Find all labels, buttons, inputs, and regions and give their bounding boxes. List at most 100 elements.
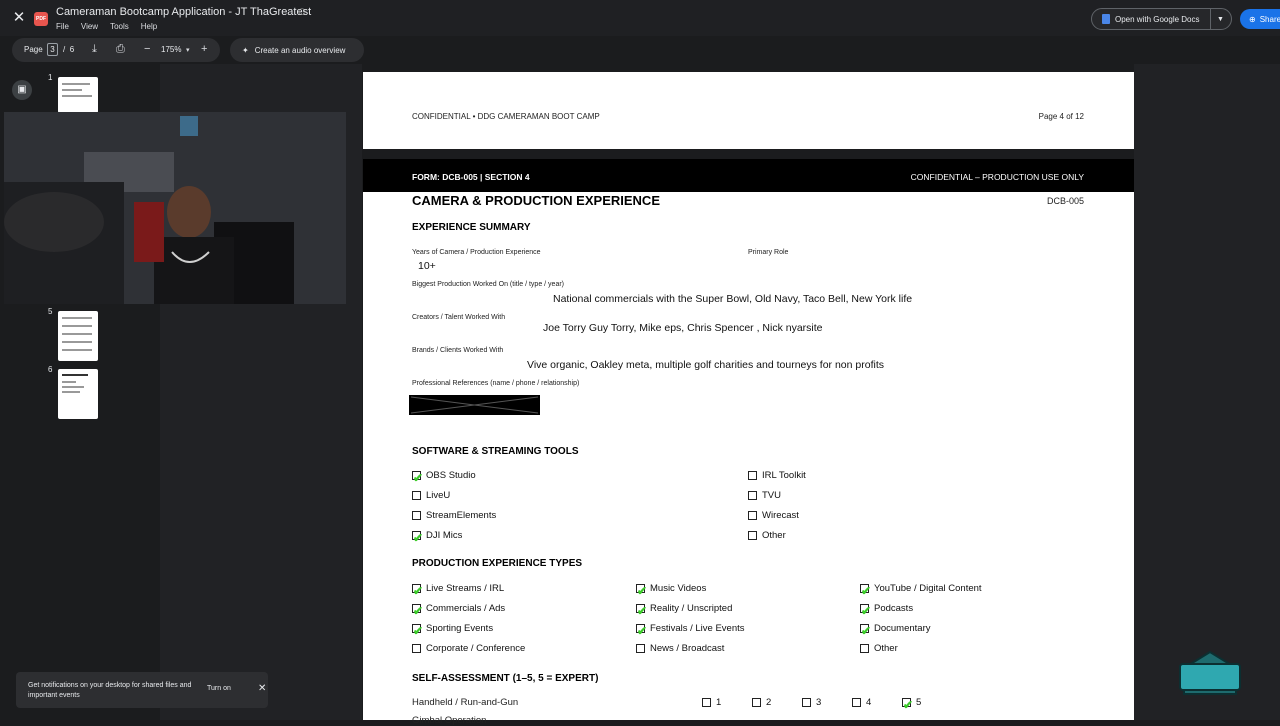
gimbal-label: Gimbal Operation [412,715,487,726]
checkbox-liveu[interactable]: LiveU [412,490,450,501]
form-id: FORM: DCB-005 | SECTION 4 [412,172,530,182]
checkbox-irl-toolkit[interactable]: IRL Toolkit [748,470,806,481]
checkbox-obs-studio[interactable]: ✔ OBS Studio [412,470,476,485]
share-button[interactable]: ⊕ Share [1240,9,1280,29]
share-icon: ⊕ [1249,14,1256,24]
references-label: Professional References (name / phone / … [412,380,580,387]
app-header: ✕ PDF Cameraman Bootcamp Application - J… [0,0,1280,36]
chevron-down-icon[interactable]: ▼ [1211,16,1231,23]
thumbnail-number: 5 [48,307,53,316]
checkbox-news[interactable]: News / Broadcast [636,643,724,654]
open-with-docs-button[interactable]: Open with Google Docs [1092,9,1211,29]
webcam-overlay [4,112,346,304]
page-header-left: CONFIDENTIAL • DDG CAMERAMAN BOOT CAMP [412,112,600,121]
thumbnail-number: 6 [48,365,53,374]
page-controls: Page 3 / 6 ⤓ ⎙ − 175% ▾ + [12,38,220,62]
checkbox-tvu[interactable]: TVU [748,490,781,501]
checkbox-commercials[interactable]: ✔ Commercials / Ads [412,603,505,617]
menu-view[interactable]: View [81,22,98,31]
experience-heading: EXPERIENCE SUMMARY [412,222,531,233]
page-thumbnail-1[interactable] [58,77,98,113]
viewer-toolbar: Page 3 / 6 ⤓ ⎙ − 175% ▾ + ✦ Create an au… [12,38,1280,62]
page-thumbnail-5[interactable] [58,311,98,361]
creators-label: Creators / Talent Worked With [412,314,506,321]
menu-file[interactable]: File [56,22,69,31]
checkbox-youtube[interactable]: ✔ YouTube / Digital Content [860,583,982,597]
checkbox-streamelements[interactable]: StreamElements [412,510,496,521]
creators-value: Joe Torry Guy Torry, Mike eps, Chris Spe… [543,322,823,334]
menu-tools[interactable]: Tools [110,22,129,31]
page-number-input[interactable]: 3 [47,43,58,56]
page-header-right: Page 4 of 12 [1038,112,1084,121]
section-title: CAMERA & PRODUCTION EXPERIENCE [412,193,660,208]
checkbox-software-other[interactable]: Other [748,530,786,541]
open-with-group: Open with Google Docs ▼ [1091,8,1232,30]
share-label: Share [1259,14,1280,24]
biggest-production-label: Biggest Production Worked On (title / ty… [412,281,564,288]
check-mark-icon: ✔ [413,471,424,485]
checkbox-production-other[interactable]: Other [860,643,898,654]
rating-handheld-5[interactable]: ✔ 5 [902,697,921,711]
google-docs-icon [1102,14,1110,24]
print-icon[interactable]: ⎙ [116,43,125,56]
background-row [166,310,356,320]
shared-drive-icon: ⚇ [298,7,307,17]
brands-label: Brands / Clients Worked With [412,347,504,354]
checkbox-documentary[interactable]: ✔ Documentary [860,623,931,637]
checkbox-sporting-events[interactable]: ✔ Sporting Events [412,623,493,637]
checkbox-podcasts[interactable]: ✔ Podcasts [860,603,913,617]
image-icon[interactable]: ▣ [12,80,32,100]
software-heading: SOFTWARE & STREAMING TOOLS [412,446,579,457]
checkbox-festivals[interactable]: ✔ Festivals / Live Events [636,623,745,637]
checkbox-corporate[interactable]: Corporate / Conference [412,643,525,654]
zoom-dropdown-icon[interactable]: ▾ [186,46,190,54]
menu-bar: File View Tools Help [56,22,157,31]
webcam-feed-image [4,112,346,304]
form-code: DCB-005 [1046,196,1084,206]
sparkle-icon: ✦ [242,45,249,55]
checkbox-dji-mics[interactable]: ✔ DJI Mics [412,530,462,545]
brands-value: Vive organic, Oakley meta, multiple golf… [527,359,884,371]
thumbnail-number: 1 [48,73,53,82]
create-audio-overview-button[interactable]: ✦ Create an audio overview [230,38,364,62]
background-file-list-right [1134,64,1280,720]
production-heading: PRODUCTION EXPERIENCE TYPES [412,558,583,569]
pdf-file-icon: PDF [34,12,48,26]
meme-house-logo [1179,650,1241,695]
zoom-out-icon[interactable]: − [144,43,150,55]
audio-overview-label: Create an audio overview [254,45,346,55]
years-label: Years of Camera / Production Experience [412,249,541,256]
close-icon[interactable]: ✕ [258,683,266,694]
zoom-level[interactable]: 175% [161,45,181,54]
rating-handheld-3[interactable]: 3 [802,697,821,708]
confidential-label: CONFIDENTIAL – PRODUCTION USE ONLY [910,172,1084,182]
pdf-page-previous: CONFIDENTIAL • DDG CAMERAMAN BOOT CAMP P… [363,72,1134,149]
check-mark-icon: ✔ [413,531,424,545]
open-with-docs-label: Open with Google Docs [1115,14,1200,24]
rating-handheld-4[interactable]: 4 [852,697,871,708]
document-title: Cameraman Bootcamp Application - JT ThaG… [56,6,312,18]
toast-message: Get notifications on your desktop for sh… [28,682,192,699]
rating-handheld-2[interactable]: 2 [752,697,771,708]
notification-toast: Get notifications on your desktop for sh… [16,672,268,708]
handheld-label: Handheld / Run-and-Gun [412,697,519,708]
biggest-production-value: National commercials with the Super Bowl… [553,293,913,305]
checkbox-music-videos[interactable]: ✔ Music Videos [636,583,706,597]
zoom-in-icon[interactable]: + [201,43,207,55]
page-total: / 6 [63,45,75,54]
checkbox-reality[interactable]: ✔ Reality / Unscripted [636,603,732,617]
download-icon[interactable]: ⤓ [92,43,97,56]
menu-help[interactable]: Help [141,22,157,31]
redacted-references [409,395,540,415]
years-value: 10+ [418,260,436,272]
self-assessment-heading: SELF-ASSESSMENT (1–5, 5 = EXPERT) [412,673,599,684]
form-header-bar: FORM: DCB-005 | SECTION 4 CONFIDENTIAL –… [363,159,1134,192]
turn-on-button[interactable]: Turn on [207,685,231,692]
checkbox-wirecast[interactable]: Wirecast [748,510,799,521]
page-thumbnail-6[interactable] [58,369,98,419]
rating-handheld-1[interactable]: 1 [702,697,721,708]
close-icon[interactable]: ✕ [12,10,26,25]
pdf-page: FORM: DCB-005 | SECTION 4 CONFIDENTIAL –… [363,159,1134,726]
checkbox-live-streams[interactable]: ✔ Live Streams / IRL [412,583,504,597]
primary-role-label: Primary Role [748,249,789,256]
